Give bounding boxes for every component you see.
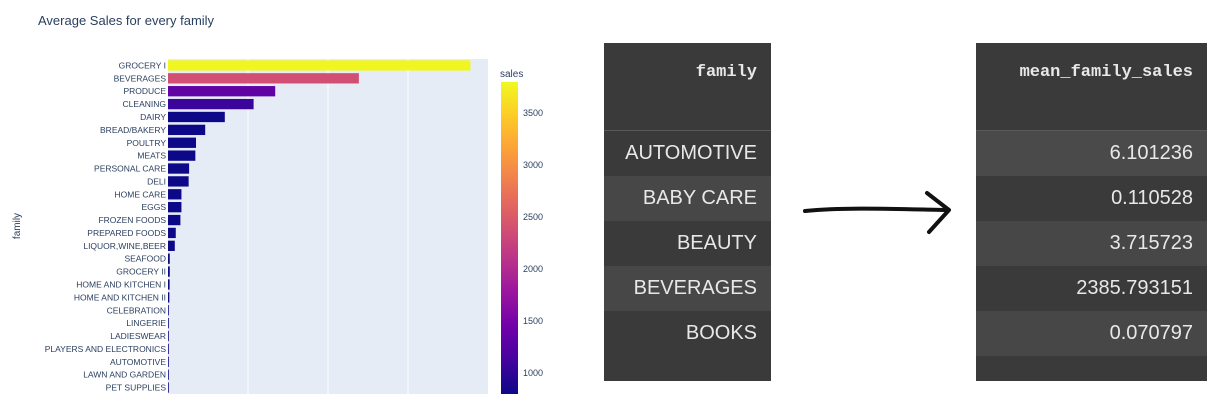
- bar: [168, 253, 170, 264]
- category-labels: GROCERY I BEVERAGES PRODUCE CLEANING DAIRY BR…: [45, 60, 167, 392]
- table-footer: [604, 356, 771, 380]
- category-label: DAIRY: [140, 112, 166, 122]
- family-cell: BEAUTY: [676, 232, 757, 254]
- category-label: MEATS: [137, 151, 166, 161]
- colorbar-title: sales: [500, 69, 523, 80]
- category-label: BREAD/BAKERY: [100, 125, 166, 135]
- bar: [168, 111, 225, 123]
- family-table: family AUTOMOTIVE BABY CARE BEAUTY BEVER…: [604, 43, 771, 381]
- category-label: SEAFOOD: [124, 254, 166, 264]
- bar: [168, 189, 182, 200]
- bar: [168, 163, 190, 174]
- mean-sales-cell: 2385.793151: [1076, 277, 1193, 299]
- family-header: family: [604, 43, 771, 131]
- family-cell: AUTOMOTIVE: [625, 142, 757, 164]
- chart-title: Average Sales for every family: [38, 13, 215, 28]
- colorbar-tick-label: 2500: [523, 212, 543, 222]
- bar: [168, 330, 169, 342]
- category-label: EGGS: [141, 202, 166, 212]
- category-label: GROCERY II: [116, 267, 166, 277]
- family-cell: BOOKS: [685, 322, 757, 344]
- bar: [168, 305, 169, 316]
- bar: [168, 382, 169, 393]
- category-label: PET SUPPLIES: [106, 383, 167, 393]
- bar: [168, 279, 170, 290]
- category-label: BEVERAGES: [114, 73, 167, 83]
- bar-chart: Average Sales for every family GROCERY I…: [12, 13, 543, 394]
- colorbar: [501, 82, 518, 394]
- colorbar-tick-label: 1000: [523, 368, 543, 378]
- mean-sales-cell: 0.110528: [1111, 187, 1193, 209]
- category-label: LAWN AND GARDEN: [83, 370, 166, 380]
- category-label: LADIESWEAR: [110, 331, 166, 341]
- category-label: CLEANING: [123, 99, 166, 109]
- category-label: HOME CARE: [115, 189, 167, 199]
- bar: [168, 317, 169, 329]
- family-cell: BABY CARE: [604, 176, 771, 221]
- mean-sales-cell: 6.101236: [976, 131, 1207, 176]
- right-arrow-icon: [803, 191, 951, 234]
- colorbar-tick-label: 3000: [523, 160, 543, 170]
- category-label: DELI: [147, 176, 166, 186]
- category-label: PLAYERS AND ELECTRONICS: [45, 344, 167, 354]
- bar: [168, 369, 169, 380]
- bar: [168, 240, 175, 251]
- bar: [168, 356, 169, 367]
- category-label: AUTOMOTIVE: [110, 357, 166, 367]
- mean-sales-table: mean_family_sales 6.101236 0.110528 3.71…: [976, 43, 1207, 381]
- mean-sales-header: mean_family_sales: [976, 43, 1207, 131]
- bar: [168, 214, 181, 226]
- bar: [168, 137, 196, 148]
- colorbar-tick-label: 2000: [523, 264, 543, 274]
- category-label: HOME AND KITCHEN II: [74, 292, 166, 302]
- bar: [168, 86, 276, 97]
- bar: [168, 150, 196, 161]
- colorbar-ticks: 3500 3000 2500 2000 1500 1000: [523, 108, 543, 378]
- category-label: FROZEN FOODS: [98, 215, 166, 225]
- y-axis-title: family: [12, 213, 23, 239]
- category-label: CELEBRATION: [107, 305, 166, 315]
- bar: [168, 73, 359, 84]
- bar: [168, 227, 176, 239]
- family-cell: BEVERAGES: [604, 266, 771, 311]
- colorbar-tick-label: 3500: [523, 108, 543, 118]
- colorbar-tick-label: 1500: [523, 316, 543, 326]
- category-label: PERSONAL CARE: [94, 164, 166, 174]
- table-footer: [976, 356, 1207, 380]
- category-label: POULTRY: [127, 138, 167, 148]
- category-label: HOME AND KITCHEN I: [76, 279, 166, 289]
- bar: [168, 343, 169, 355]
- category-label: LINGERIE: [126, 318, 166, 328]
- bar: [168, 60, 471, 71]
- category-label: GROCERY I: [119, 60, 166, 70]
- mean-sales-cell: 0.070797: [976, 311, 1207, 356]
- category-label: PRODUCE: [123, 86, 166, 96]
- category-label: PREPARED FOODS: [87, 228, 166, 238]
- bar: [168, 176, 189, 187]
- mean-sales-cell: 3.715723: [976, 221, 1207, 266]
- bar: [168, 266, 170, 277]
- bar: [168, 202, 182, 213]
- bar: [168, 292, 170, 303]
- bar: [168, 124, 206, 136]
- category-label: LIQUOR,WINE,BEER: [83, 241, 166, 251]
- bar: [168, 98, 254, 110]
